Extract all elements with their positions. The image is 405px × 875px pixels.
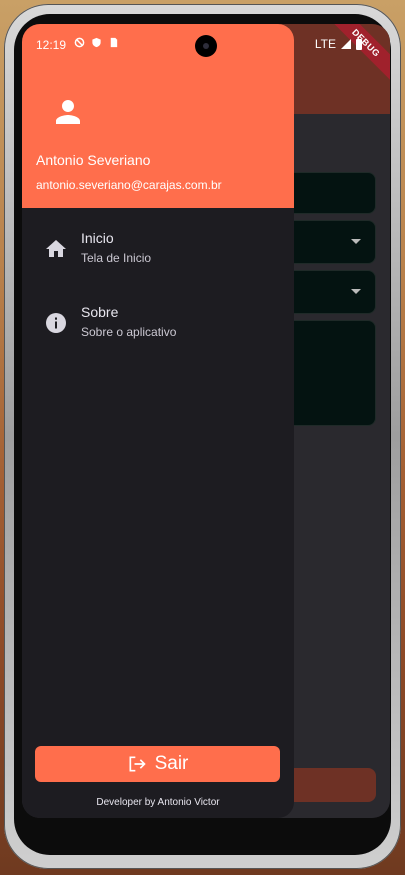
user-name: Antonio Severiano bbox=[36, 152, 151, 168]
menu-item-title: Inicio bbox=[81, 230, 114, 246]
phone-screen: DEBUG Antonio Severiano antonio.severian… bbox=[22, 24, 390, 818]
shield-icon bbox=[92, 37, 101, 48]
dropdown-arrow-icon bbox=[351, 289, 361, 294]
menu-item-inicio[interactable]: Inicio Tela de Inicio bbox=[22, 223, 294, 279]
battery-icon bbox=[356, 38, 362, 50]
sim-card-icon bbox=[110, 37, 118, 48]
dropdown-field[interactable] bbox=[284, 270, 376, 314]
network-type: LTE bbox=[314, 37, 336, 51]
user-email: antonio.severiano@carajas.com.br bbox=[36, 178, 222, 192]
logout-icon bbox=[129, 756, 146, 772]
status-time: 12:19 bbox=[36, 38, 67, 52]
home-icon bbox=[46, 240, 66, 257]
menu-item-title: Sobre bbox=[81, 304, 119, 320]
dropdown-field[interactable] bbox=[284, 220, 376, 264]
logout-label: Sair bbox=[154, 753, 189, 774]
textarea-field[interactable] bbox=[284, 320, 376, 426]
navigation-drawer: Antonio Severiano antonio.severiano@cara… bbox=[22, 24, 294, 818]
signal-icon bbox=[341, 39, 351, 49]
submit-button[interactable] bbox=[284, 768, 376, 802]
menu-item-sobre[interactable]: Sobre Sobre o aplicativo bbox=[22, 297, 294, 353]
logout-button[interactable]: Sair bbox=[35, 746, 280, 782]
person-icon bbox=[56, 100, 80, 124]
dropdown-arrow-icon bbox=[351, 239, 361, 244]
notification-icon bbox=[74, 37, 85, 48]
menu-item-subtitle: Tela de Inicio bbox=[81, 251, 152, 265]
status-icons bbox=[74, 37, 119, 48]
info-icon bbox=[46, 313, 66, 333]
front-camera bbox=[195, 35, 217, 57]
developer-credit: Developer by Antonio Victor bbox=[96, 797, 220, 808]
menu-item-subtitle: Sobre o aplicativo bbox=[81, 325, 177, 339]
text-field[interactable] bbox=[284, 172, 376, 214]
status-right: LTE bbox=[315, 37, 362, 51]
